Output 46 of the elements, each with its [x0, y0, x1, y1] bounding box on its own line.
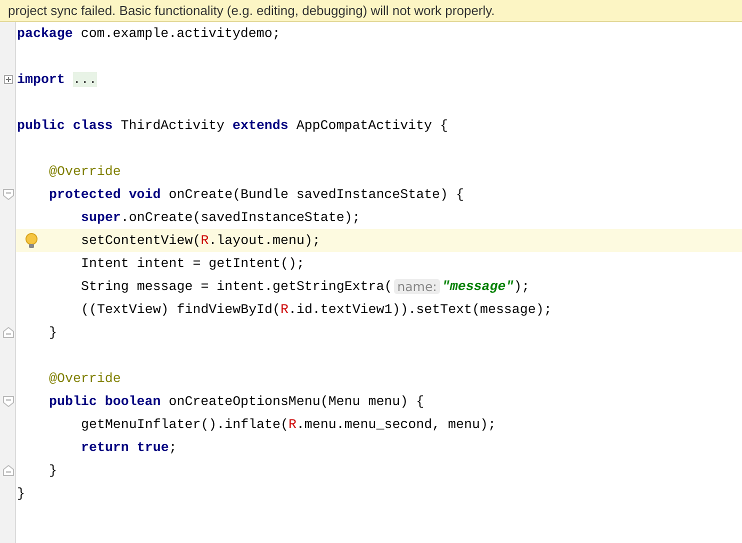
- code-text: }: [17, 486, 25, 501]
- code-text: .onCreate(savedInstanceState);: [120, 210, 360, 225]
- code-text: }: [49, 463, 57, 478]
- code-text: ThirdActivity: [120, 118, 226, 133]
- string-literal: "message": [442, 279, 514, 294]
- code-text: );: [514, 279, 530, 294]
- fold-icon[interactable]: [2, 465, 14, 476]
- code-text: setContentView(: [81, 233, 201, 248]
- keyword-text: return: [81, 440, 129, 455]
- keyword-text: public: [17, 118, 65, 133]
- lightbulb-icon[interactable]: [25, 233, 38, 249]
- keyword-text: void: [128, 187, 161, 202]
- code-text: .layout.menu);: [208, 233, 320, 248]
- code-text: String message = intent.getStringExtra(: [81, 279, 392, 294]
- keyword-text: boolean: [104, 394, 161, 409]
- code-text: onCreate(Bundle savedInstanceState) {: [168, 187, 464, 202]
- keyword-text: true: [136, 440, 169, 455]
- keyword-text: package: [17, 26, 73, 41]
- code-text: onCreateOptionsMenu(Menu menu) {: [168, 394, 424, 409]
- expand-icon[interactable]: [4, 75, 12, 84]
- code-text: AppCompatActivity {: [295, 118, 448, 133]
- resource-text: R: [280, 302, 288, 317]
- fold-icon[interactable]: [2, 396, 14, 407]
- folded-code[interactable]: ...: [72, 72, 97, 87]
- code-text: Intent intent = getIntent();: [81, 256, 304, 271]
- keyword-text: protected: [49, 187, 121, 202]
- code-text: ;: [168, 440, 177, 455]
- resource-text: R: [200, 233, 209, 248]
- code-text: getMenuInflater().inflate(: [81, 417, 288, 432]
- keyword-text: class: [72, 118, 113, 133]
- code-text: ((TextView) findViewById(: [81, 302, 280, 317]
- keyword-text: public: [49, 394, 97, 409]
- parameter-hint: name:: [394, 279, 440, 294]
- keyword-text: extends: [232, 118, 288, 133]
- annotation-text: @Override: [49, 164, 121, 179]
- resource-text: R: [288, 417, 296, 432]
- code-text: }: [49, 325, 57, 340]
- fold-icon[interactable]: [2, 327, 14, 338]
- code-text: com.example.activitydemo;: [80, 26, 280, 41]
- annotation-text: @Override: [49, 371, 121, 386]
- code-text: .id.textView1)).setText(message);: [288, 302, 552, 317]
- keyword-text: import: [17, 72, 65, 87]
- sync-warning-banner: project sync failed. Basic functionality (e.g. editing, debugging) will not work properly.: [0, 0, 742, 22]
- code-text: .menu.menu_second, menu);: [296, 417, 496, 432]
- keyword-text: super: [81, 210, 121, 225]
- fold-icon[interactable]: [2, 189, 14, 200]
